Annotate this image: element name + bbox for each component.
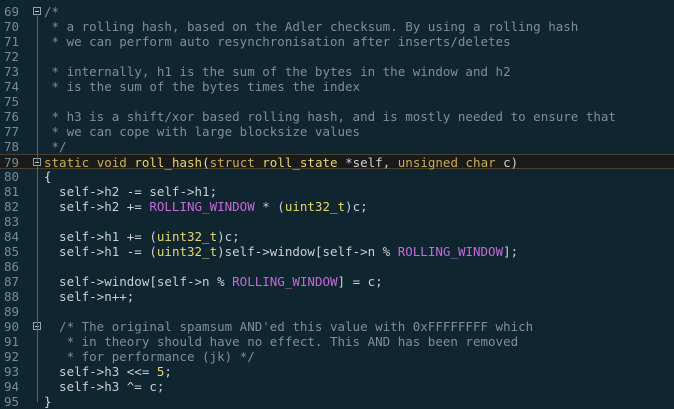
line-number: 90 (4, 319, 20, 334)
line-number: 77 (4, 124, 20, 139)
code-line[interactable]: 76 * h3 is a shift/xor based rolling has… (0, 109, 674, 124)
code-line[interactable]: 93 self->h3 <<= 5; (0, 364, 674, 379)
code-line[interactable]: 82 self->h2 += ROLLING_WINDOW * (uint32_… (0, 199, 674, 214)
line-number: 80 (4, 169, 20, 184)
code-line[interactable]: 91 * in theory should have no effect. Th… (0, 334, 674, 349)
code-line[interactable]: 85 self->h1 -= (uint32_t)self->window[se… (0, 244, 674, 259)
line-number: 91 (4, 334, 20, 349)
line-number: 76 (4, 109, 20, 124)
line-number: 73 (4, 64, 20, 79)
code-line[interactable]: 92 * for performance (jk) */ (0, 349, 674, 364)
line-number: 74 (4, 79, 20, 94)
code-line[interactable]: 69 /* (0, 4, 674, 19)
code-text: self->h2 += ROLLING_WINDOW * (uint32_t)c… (44, 199, 368, 214)
code-text: * a rolling hash, based on the Adler che… (44, 19, 579, 34)
code-text: self->h1 += (uint32_t)c; (44, 229, 240, 244)
code-text: { (44, 169, 52, 184)
line-number: 88 (4, 289, 20, 304)
line-number: 83 (4, 214, 20, 229)
line-number: 78 (4, 139, 20, 154)
code-text: /* (44, 4, 60, 19)
code-line[interactable]: 94 self->h3 ^= c; (0, 379, 674, 394)
line-number: 95 (4, 394, 20, 409)
code-line[interactable]: 78 */ (0, 139, 674, 154)
code-text: self->h3 <<= 5; (44, 364, 172, 379)
code-text: * internally, h1 is the sum of the bytes… (44, 64, 511, 79)
code-text: * is the sum of the bytes times the inde… (44, 79, 361, 94)
code-line[interactable]: 75 (0, 94, 674, 109)
code-text: self->h1 -= (uint32_t)self->window[self-… (44, 244, 519, 259)
code-line[interactable]: 79 static void roll_hash(struct roll_stat… (0, 154, 674, 170)
code-text: } (44, 394, 52, 409)
line-number: 81 (4, 184, 20, 199)
line-number: 94 (4, 379, 20, 394)
line-number: 79 (4, 155, 20, 170)
code-line[interactable]: 84 self->h1 += (uint32_t)c; (0, 229, 674, 244)
line-number: 75 (4, 94, 20, 109)
code-text: static void roll_hash(struct roll_state … (44, 155, 519, 170)
code-text: /* The original spamsum AND'ed this valu… (44, 319, 534, 334)
code-line[interactable]: 88 self->n++; (0, 289, 674, 304)
code-text: * we can cope with large blocksize value… (44, 124, 361, 139)
code-text: self->n++; (44, 289, 135, 304)
code-line[interactable]: 86 (0, 259, 674, 274)
code-line[interactable]: 70 * a rolling hash, based on the Adler … (0, 19, 674, 34)
code-line[interactable]: 72 (0, 49, 674, 64)
code-line[interactable]: 77 * we can cope with large blocksize va… (0, 124, 674, 139)
line-number: 82 (4, 199, 20, 214)
line-number: 84 (4, 229, 20, 244)
line-number: 70 (4, 19, 20, 34)
line-number: 85 (4, 244, 20, 259)
code-text: * for performance (jk) */ (44, 349, 255, 364)
code-line[interactable]: 89 (0, 304, 674, 319)
code-line[interactable]: 81 self->h2 -= self->h1; (0, 184, 674, 199)
code-line[interactable]: 87 self->window[self->n % ROLLING_WINDOW… (0, 274, 674, 289)
code-text: * we can perform auto resynchronisation … (44, 34, 511, 49)
code-text: * h3 is a shift/xor based rolling hash, … (44, 109, 616, 124)
code-line[interactable]: 95} (0, 394, 674, 409)
code-text: self->h2 -= self->h1; (44, 184, 218, 199)
code-text: * in theory should have no effect. This … (44, 334, 519, 349)
line-number: 69 (4, 4, 20, 19)
code-text: self->h3 ^= c; (44, 379, 165, 394)
code-line[interactable]: 71 * we can perform auto resynchronisati… (0, 34, 674, 49)
fold-guide (37, 16, 38, 162)
line-number: 93 (4, 364, 20, 379)
line-number: 87 (4, 274, 20, 289)
line-number: 92 (4, 349, 20, 364)
code-line[interactable]: 90 /* The original spamsum AND'ed this v… (0, 319, 674, 334)
code-line[interactable]: 80 { (0, 169, 674, 184)
code-text: self->window[self->n % ROLLING_WINDOW] =… (44, 274, 383, 289)
fold-guide (37, 166, 38, 402)
code-line[interactable]: 73 * internally, h1 is the sum of the by… (0, 64, 674, 79)
line-number: 72 (4, 49, 20, 64)
line-number: 71 (4, 34, 20, 49)
fold-toggle-icon[interactable] (33, 7, 41, 15)
code-text: */ (44, 139, 67, 154)
line-number: 86 (4, 259, 20, 274)
code-line[interactable]: 83 (0, 214, 674, 229)
line-number: 89 (4, 304, 20, 319)
code-line[interactable]: 74 * is the sum of the bytes times the i… (0, 79, 674, 94)
code-editor[interactable]: 69/* 70 * a rolling hash, based on the Ad… (0, 0, 674, 409)
